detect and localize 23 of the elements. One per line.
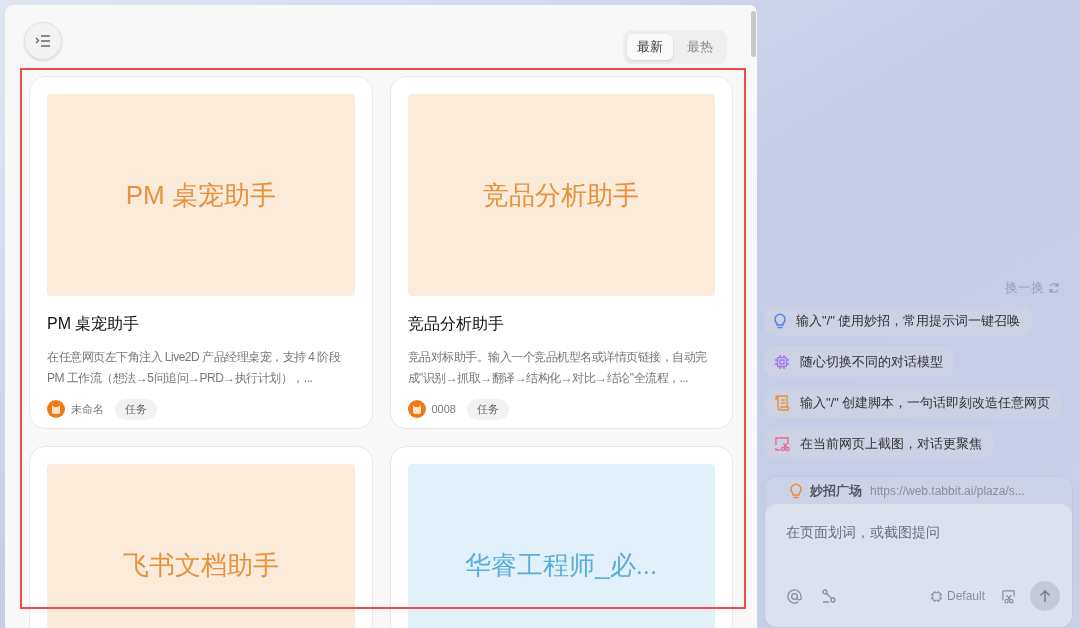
tip-chip[interactable]: 在当前网页上截图，对话更聚焦 [764,428,994,459]
card-title: PM 桌宠助手 [47,314,141,334]
prompt-input[interactable]: 在页面划词，或截图提问 Default [765,504,1072,627]
plaza-title[interactable]: 妙招广场 [810,480,862,501]
assistant-card[interactable]: 竞品分析助手 竞品分析助手 竞品对标助手。输入一个竞品机型名或详情页链接，自动完成"识别→抓取→翻译→结构化→对比→结论"全流程，... 0008 任务 [389,76,733,429]
card-title: 竞品分析助手 [407,314,505,334]
assistant-card[interactable]: PM 桌宠助手 PM 桌宠助手 在任意网页左下角注入 Live2D 产品经理桌宠，支持 4 阶段 PM 工作流（想法→5问追问→PRD→执行计划），... 未命名 任务 [29,76,373,429]
sort-tab[interactable]: 最热 [677,34,723,60]
card-description: 竞品对标助手。输入一个竞品机型名或详情页链接，自动完成"识别→抓取→翻译→结构化→对比→结论"全流程，... [407,349,708,387]
tip-chip[interactable]: 输入"/" 使用妙招，常用提示词一键召唤 [764,305,1033,336]
tip-chip[interactable]: 随心切换不同的对话模型 [764,346,955,377]
sort-tab[interactable]: 最新 [627,34,673,60]
cover-title: 竞品分析助手 [483,178,640,212]
card-description: 在任意网页左下角注入 Live2D 产品经理桌宠，支持 4 阶段 PM 工作流（想法→5问追问→PRD→执行计划），... [47,349,342,387]
tag: 任务 [115,399,157,420]
model-selector[interactable]: Default [946,587,985,605]
cover-title: PM 桌宠助手 [125,178,276,212]
author-name: 0008 [431,402,456,417]
tip-chip[interactable]: 输入"/" 创建脚本，一句话即刻改造任意网页 [764,387,1063,418]
tag: 任务 [467,399,509,420]
author-name: 未命名 [71,402,104,417]
cover-title: 飞书文档助手 [122,548,279,582]
cover-title: 华睿工程师_必... [465,548,658,582]
